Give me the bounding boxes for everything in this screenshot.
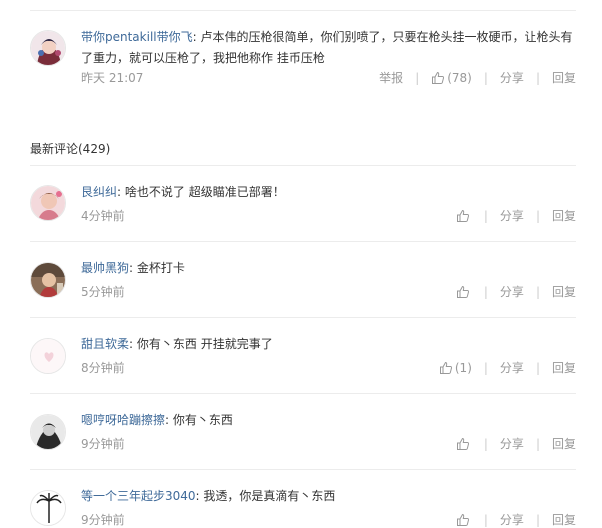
- action-separator: |: [535, 513, 540, 527]
- avatar[interactable]: [30, 338, 66, 374]
- action-separator: |: [535, 437, 540, 451]
- avatar[interactable]: [30, 262, 66, 298]
- comment-text: 啥也不说了 超级瞄准已部署！: [124, 185, 285, 199]
- report-button[interactable]: 举报: [379, 70, 403, 86]
- divider: [30, 393, 576, 394]
- avatar[interactable]: [30, 185, 66, 221]
- comment-time: 昨天 21:07: [81, 71, 144, 85]
- reply-button[interactable]: 回复: [552, 70, 576, 86]
- username-colon: :: [117, 185, 125, 199]
- comment-body: 等一个三年起步3040: 我透，你是真滴有丶东西: [81, 486, 581, 507]
- comment-username[interactable]: 艮纠纠: [81, 185, 117, 199]
- avatar[interactable]: [30, 30, 66, 66]
- reply-button[interactable]: 回复: [552, 512, 576, 528]
- comment-username[interactable]: 等一个三年起步3040: [81, 489, 196, 503]
- action-separator: |: [483, 285, 488, 299]
- share-button[interactable]: 分享: [500, 208, 524, 224]
- action-separator: |: [535, 361, 540, 375]
- avatar[interactable]: [30, 490, 66, 526]
- comment-actions: | 分享 | 回复: [456, 512, 576, 528]
- share-button[interactable]: 分享: [500, 70, 524, 86]
- comment-text: 你有丶东西 开挂就完事了: [136, 337, 273, 351]
- thumbs-up-icon: [432, 71, 445, 84]
- reply-button[interactable]: 回复: [552, 208, 576, 224]
- comment-time: 9分钟前: [81, 513, 125, 527]
- like-button[interactable]: [456, 209, 472, 223]
- reply-button[interactable]: 回复: [552, 360, 576, 376]
- action-separator: |: [415, 71, 420, 85]
- comment-actions: | 分享 | 回复: [456, 208, 576, 224]
- comment-text: 你有丶东西: [172, 413, 233, 427]
- comment-actions: 举报 | (78) | 分享 | 回复: [379, 70, 576, 86]
- divider: [30, 241, 576, 242]
- username-colon: :: [165, 413, 173, 427]
- avatar[interactable]: [30, 414, 66, 450]
- share-button[interactable]: 分享: [500, 436, 524, 452]
- thumbs-up-icon: [456, 285, 469, 298]
- username-colon: :: [129, 337, 137, 351]
- like-count: (78): [447, 71, 472, 85]
- comment-actions: | 分享 | 回复: [456, 436, 576, 452]
- action-separator: |: [483, 513, 488, 527]
- comment-username[interactable]: 嗯哼呀哈蹦擦擦: [81, 413, 165, 427]
- comment-text: 金杯打卡: [136, 261, 185, 275]
- divider: [30, 165, 576, 166]
- action-separator: |: [483, 209, 488, 223]
- thumbs-up-icon: [456, 437, 469, 450]
- latest-comments-title: 最新评论(429): [30, 142, 111, 156]
- share-button[interactable]: 分享: [500, 360, 524, 376]
- like-count: (1): [454, 361, 472, 375]
- comment-text: 我透，你是真滴有丶东西: [203, 489, 336, 503]
- comment-time: 5分钟前: [81, 285, 125, 299]
- like-button[interactable]: [456, 285, 472, 299]
- divider: [30, 317, 576, 318]
- thumbs-up-icon: [439, 361, 452, 374]
- comment-body: 甜且软柔: 你有丶东西 开挂就完事了: [81, 334, 581, 355]
- comment-username[interactable]: 甜且软柔: [81, 337, 129, 351]
- action-separator: |: [483, 71, 488, 85]
- comment-time: 8分钟前: [81, 361, 125, 375]
- reply-button[interactable]: 回复: [552, 284, 576, 300]
- like-button[interactable]: [456, 513, 472, 527]
- action-separator: |: [535, 285, 540, 299]
- comment-actions: | 分享 | 回复: [456, 284, 576, 300]
- comment-body: 最帅黑狗: 金杯打卡: [81, 258, 581, 279]
- divider: [30, 469, 576, 470]
- comment-time: 4分钟前: [81, 209, 125, 223]
- comment-username[interactable]: 最帅黑狗: [81, 261, 129, 275]
- thumbs-up-icon: [456, 513, 469, 526]
- comment-body: 带你pentakill带你飞: 卢本伟的压枪很简单，你们别喷了，只要在枪头挂一枚…: [81, 27, 581, 69]
- action-separator: |: [483, 361, 488, 375]
- share-button[interactable]: 分享: [500, 284, 524, 300]
- action-separator: |: [483, 437, 488, 451]
- like-button[interactable]: (1): [439, 360, 472, 376]
- share-button[interactable]: 分享: [500, 512, 524, 528]
- comment-body: 艮纠纠: 啥也不说了 超级瞄准已部署！: [81, 182, 581, 203]
- comment-username[interactable]: 带你pentakill带你飞: [81, 30, 193, 44]
- username-colon: :: [129, 261, 137, 275]
- like-button[interactable]: [456, 437, 472, 451]
- reply-button[interactable]: 回复: [552, 436, 576, 452]
- comment-actions: (1) | 分享 | 回复: [439, 360, 576, 376]
- comment-body: 嗯哼呀哈蹦擦擦: 你有丶东西: [81, 410, 581, 431]
- comment-time: 9分钟前: [81, 437, 125, 451]
- action-separator: |: [535, 209, 540, 223]
- like-button[interactable]: (78): [431, 70, 472, 86]
- action-separator: |: [535, 71, 540, 85]
- divider-top: [30, 10, 576, 11]
- thumbs-up-icon: [456, 209, 469, 222]
